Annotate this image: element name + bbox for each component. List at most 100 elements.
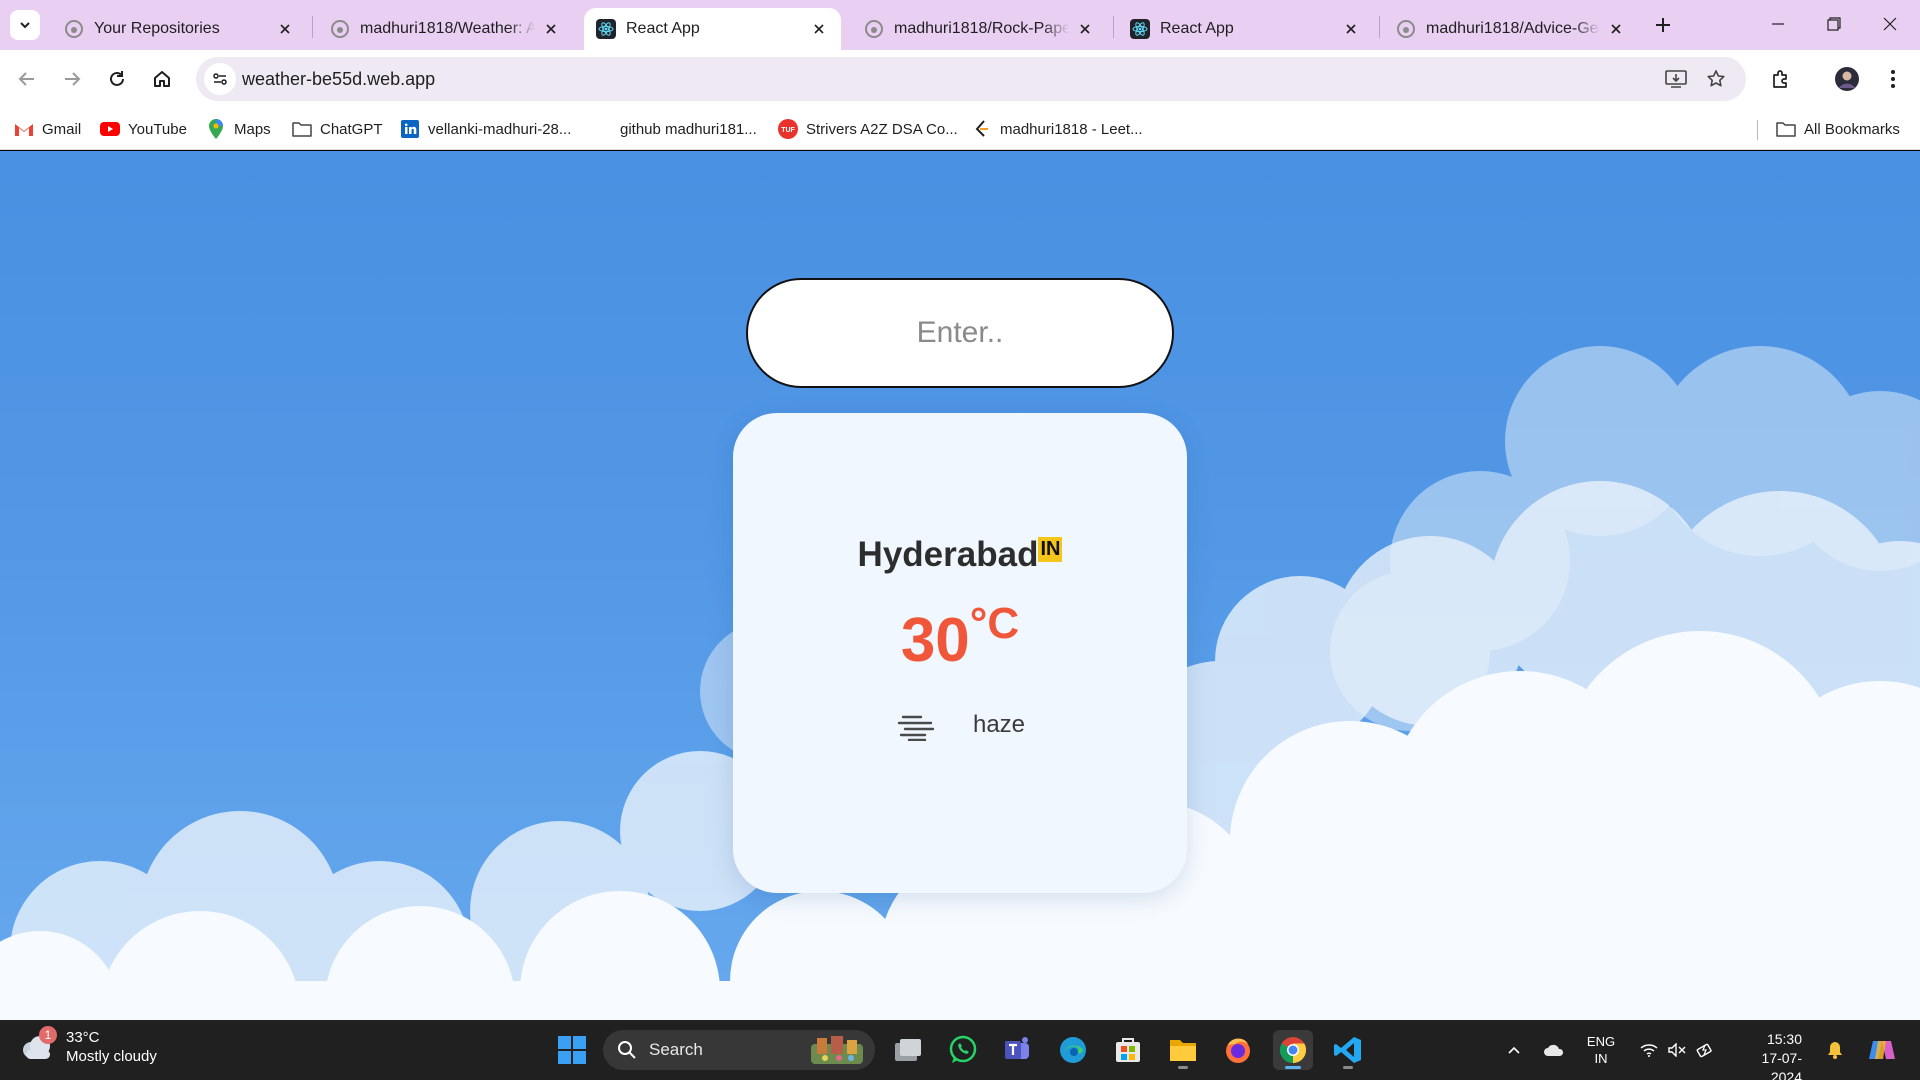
tab-advice-repo[interactable]: madhuri1818/Advice-Generator — [1384, 8, 1638, 50]
puzzle-icon — [1773, 70, 1787, 88]
tab-your-repositories[interactable]: Your Repositories — [52, 8, 307, 50]
bookmark-leetcode[interactable]: madhuri1818 - Leet... — [972, 116, 1143, 142]
bookmark-maps[interactable]: Maps — [206, 116, 271, 142]
restore-button[interactable] — [1806, 0, 1862, 48]
notifications-button[interactable] — [1822, 1030, 1848, 1070]
close-icon[interactable] — [1606, 19, 1626, 39]
bookmark-chatgpt[interactable]: ChatGPT — [292, 116, 383, 142]
volume-tray[interactable] — [1664, 1030, 1690, 1070]
folder-icon — [292, 119, 312, 139]
windows-taskbar: 1 33°C Mostly cloudy Search ENG IN 15:30… — [0, 1020, 1920, 1080]
teams-app[interactable] — [998, 1030, 1038, 1070]
condition-text: haze — [972, 711, 1026, 738]
onedrive-tray[interactable] — [1538, 1030, 1570, 1070]
task-view-button[interactable] — [888, 1030, 928, 1070]
notification-badge: 1 — [39, 1026, 57, 1044]
github-icon — [64, 19, 84, 39]
tab-weather-repo[interactable]: madhuri1818/Weather: A React — [318, 8, 573, 50]
weather-condition: haze — [733, 709, 1187, 741]
site-info-icon[interactable] — [204, 63, 236, 95]
city-search-input[interactable] — [746, 278, 1174, 388]
bookmark-label: ChatGPT — [320, 120, 383, 138]
reload-button[interactable] — [100, 62, 134, 96]
store-app[interactable] — [1108, 1030, 1148, 1070]
taskbar-search[interactable]: Search — [603, 1030, 875, 1070]
copilot-button[interactable] — [1862, 1030, 1902, 1070]
linkedin-icon — [400, 119, 420, 139]
minimize-icon — [1772, 23, 1784, 25]
forward-button[interactable] — [55, 62, 89, 96]
star-icon[interactable] — [1700, 63, 1732, 95]
weather-temp: 33°C — [66, 1029, 100, 1046]
home-button[interactable] — [145, 62, 179, 96]
search-highlight-icon — [811, 1036, 863, 1064]
tab-react-app-active[interactable]: React App — [584, 8, 841, 50]
firefox-icon — [1226, 1038, 1250, 1063]
close-icon[interactable] — [1075, 19, 1095, 39]
file-explorer-app[interactable] — [1163, 1030, 1203, 1070]
bookmark-youtube[interactable]: YouTube — [100, 116, 187, 142]
tab-search-button[interactable] — [10, 10, 40, 40]
running-indicator — [1178, 1066, 1188, 1069]
bookmark-strivers[interactable]: TUF Strivers A2Z DSA Co... — [778, 116, 958, 142]
whatsapp-app[interactable] — [943, 1030, 983, 1070]
bookmark-label: Gmail — [42, 120, 82, 138]
start-button[interactable] — [552, 1030, 592, 1070]
profile-avatar[interactable] — [1830, 62, 1864, 96]
tab-divider — [1113, 16, 1114, 38]
bookmark-label: github madhuri181... — [620, 120, 757, 138]
url-text[interactable]: weather-be55d.web.app — [242, 69, 435, 90]
wifi-icon — [1640, 1044, 1658, 1057]
firefox-app[interactable] — [1218, 1030, 1258, 1070]
taskbar-clock[interactable]: 15:30 17-07-2024 — [1732, 1030, 1802, 1080]
close-window-button[interactable] — [1862, 0, 1918, 48]
minimize-button[interactable] — [1750, 0, 1806, 48]
restore-icon — [1827, 17, 1841, 31]
close-icon[interactable] — [809, 19, 829, 39]
bookmark-label: YouTube — [128, 120, 187, 138]
github-icon — [864, 19, 884, 39]
battery-tray[interactable] — [1692, 1030, 1718, 1070]
close-icon[interactable] — [541, 19, 561, 39]
address-bar[interactable]: weather-be55d.web.app — [196, 57, 1746, 101]
new-tab-button[interactable] — [1650, 12, 1676, 38]
extensions-button[interactable] — [1764, 62, 1798, 96]
haze-icon — [897, 715, 935, 741]
tab-title: Your Repositories — [94, 20, 220, 37]
bookmark-github[interactable]: github madhuri181... — [620, 116, 757, 142]
back-button[interactable] — [10, 62, 44, 96]
arrow-left-icon — [18, 72, 34, 86]
whatsapp-icon — [949, 1035, 977, 1063]
windows-icon — [558, 1036, 586, 1064]
bookmark-gmail[interactable]: Gmail — [14, 116, 81, 142]
tab-react-app[interactable]: React App — [1118, 8, 1373, 50]
vscode-app[interactable] — [1328, 1030, 1368, 1070]
bookmark-linkedin[interactable]: vellanki-madhuri-28... — [400, 116, 571, 142]
language-indicator[interactable]: ENG IN — [1578, 1030, 1624, 1070]
edge-app[interactable] — [1053, 1030, 1093, 1070]
copilot-icon — [1869, 1041, 1895, 1059]
show-hidden-icons[interactable] — [1500, 1030, 1528, 1070]
tab-divider — [312, 16, 313, 38]
install-app-icon[interactable] — [1660, 63, 1692, 95]
teams-icon — [1005, 1037, 1029, 1059]
clock-time: 15:30 — [1766, 1031, 1802, 1047]
temperature-value: 30 — [900, 606, 970, 675]
menu-button[interactable] — [1876, 62, 1910, 96]
volume-muted-icon — [1668, 1043, 1686, 1057]
tab-rock-paper-repo[interactable]: madhuri1818/Rock-Paper-Scissors — [852, 8, 1107, 50]
chevron-down-icon — [20, 22, 30, 29]
wifi-tray[interactable] — [1636, 1030, 1662, 1070]
close-icon[interactable] — [1341, 19, 1361, 39]
bookmark-label: vellanki-madhuri-28... — [428, 120, 572, 138]
gmail-icon — [14, 119, 34, 139]
weather-widget[interactable]: 1 33°C Mostly cloudy — [20, 1026, 157, 1066]
onedrive-icon — [1544, 1044, 1564, 1056]
leetcode-icon — [972, 119, 992, 139]
tab-title: madhuri1818/Advice-Generator — [1426, 20, 1600, 37]
chrome-app[interactable] — [1273, 1030, 1313, 1070]
tab-divider — [1379, 16, 1380, 38]
close-icon[interactable] — [275, 19, 295, 39]
all-bookmarks[interactable]: All Bookmarks — [1776, 116, 1900, 142]
svg-text:TUF: TUF — [781, 127, 795, 134]
